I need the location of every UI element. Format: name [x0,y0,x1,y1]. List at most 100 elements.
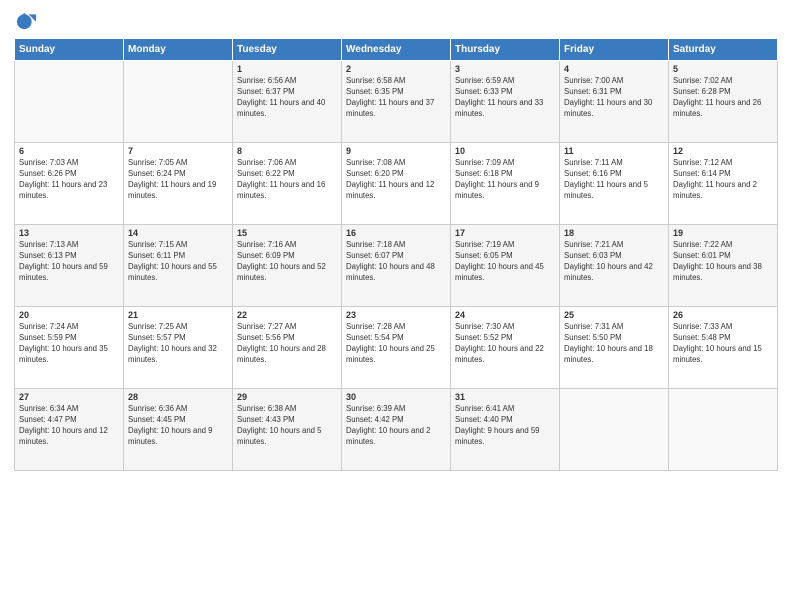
calendar-cell: 25 Sunrise: 7:31 AMSunset: 5:50 PMDayligh… [560,307,669,389]
day-info: Sunrise: 7:18 AMSunset: 6:07 PMDaylight:… [346,240,446,284]
day-number: 21 [128,310,228,320]
calendar-cell: 13 Sunrise: 7:13 AMSunset: 6:13 PMDayligh… [15,225,124,307]
calendar-cell [669,389,778,471]
day-info: Sunrise: 6:59 AMSunset: 6:33 PMDaylight:… [455,76,555,120]
calendar-cell: 7 Sunrise: 7:05 AMSunset: 6:24 PMDaylight… [124,143,233,225]
calendar-cell: 4Sunrise: 7:00 AMSunset: 6:31 PMDaylight… [560,61,669,143]
calendar-cell: 16 Sunrise: 7:18 AMSunset: 6:07 PMDayligh… [342,225,451,307]
calendar-cell: 2 Sunrise: 6:58 AMSunset: 6:35 PMDaylight… [342,61,451,143]
day-info: Sunrise: 6:56 AMSunset: 6:37 PMDaylight:… [237,76,337,120]
day-info: Sunrise: 6:58 AMSunset: 6:35 PMDaylight:… [346,76,446,120]
calendar-cell: 26 Sunrise: 7:33 AMSunset: 5:48 PMDayligh… [669,307,778,389]
day-number: 12 [673,146,773,156]
day-info: Sunrise: 7:16 AMSunset: 6:09 PMDaylight:… [237,240,337,284]
day-number: 16 [346,228,446,238]
day-number: 8 [237,146,337,156]
day-info: Sunrise: 7:02 AMSunset: 6:28 PMDaylight:… [673,76,773,120]
calendar-page: SundayMondayTuesdayWednesdayThursdayFrid… [0,0,792,612]
day-number: 3 [455,64,555,74]
calendar-cell: 12 Sunrise: 7:12 AMSunset: 6:14 PMDayligh… [669,143,778,225]
calendar-cell: 3 Sunrise: 6:59 AMSunset: 6:33 PMDaylight… [451,61,560,143]
calendar-cell: 27 Sunrise: 6:34 AMSunset: 4:47 PMDayligh… [15,389,124,471]
calendar-cell: 1 Sunrise: 6:56 AMSunset: 6:37 PMDaylight… [233,61,342,143]
calendar-cell: 11 Sunrise: 7:11 AMSunset: 6:16 PMDayligh… [560,143,669,225]
calendar-cell: 6 Sunrise: 7:03 AMSunset: 6:26 PMDaylight… [15,143,124,225]
day-number: 24 [455,310,555,320]
day-number: 23 [346,310,446,320]
calendar-week-3: 13 Sunrise: 7:13 AMSunset: 6:13 PMDayligh… [15,225,778,307]
day-number: 14 [128,228,228,238]
day-number: 29 [237,392,337,402]
day-number: 5 [673,64,773,74]
day-info: Sunrise: 7:15 AMSunset: 6:11 PMDaylight:… [128,240,228,284]
calendar-cell: 9 Sunrise: 7:08 AMSunset: 6:20 PMDaylight… [342,143,451,225]
day-number: 18 [564,228,664,238]
day-number: 1 [237,64,337,74]
calendar-week-2: 6 Sunrise: 7:03 AMSunset: 6:26 PMDaylight… [15,143,778,225]
calendar-week-5: 27 Sunrise: 6:34 AMSunset: 4:47 PMDayligh… [15,389,778,471]
weekday-header-saturday: Saturday [669,39,778,61]
day-number: 25 [564,310,664,320]
day-number: 28 [128,392,228,402]
day-number: 6 [19,146,119,156]
day-number: 19 [673,228,773,238]
day-number: 26 [673,310,773,320]
calendar-cell [124,61,233,143]
day-number: 13 [19,228,119,238]
day-info: Sunrise: 7:28 AMSunset: 5:54 PMDaylight:… [346,322,446,366]
calendar-cell: 14 Sunrise: 7:15 AMSunset: 6:11 PMDayligh… [124,225,233,307]
day-info: Sunrise: 7:24 AMSunset: 5:59 PMDaylight:… [19,322,119,366]
day-number: 27 [19,392,119,402]
calendar-cell: 29 Sunrise: 6:38 AMSunset: 4:43 PMDayligh… [233,389,342,471]
calendar-cell [15,61,124,143]
day-number: 4 [564,64,664,74]
day-info: Sunrise: 6:34 AMSunset: 4:47 PMDaylight:… [19,404,119,448]
day-number: 2 [346,64,446,74]
calendar-week-4: 20 Sunrise: 7:24 AMSunset: 5:59 PMDayligh… [15,307,778,389]
weekday-header-monday: Monday [124,39,233,61]
day-info: Sunrise: 7:05 AMSunset: 6:24 PMDaylight:… [128,158,228,202]
weekday-header-friday: Friday [560,39,669,61]
calendar-cell: 20 Sunrise: 7:24 AMSunset: 5:59 PMDayligh… [15,307,124,389]
calendar-cell: 5 Sunrise: 7:02 AMSunset: 6:28 PMDaylight… [669,61,778,143]
calendar-cell: 15 Sunrise: 7:16 AMSunset: 6:09 PMDayligh… [233,225,342,307]
weekday-header-wednesday: Wednesday [342,39,451,61]
day-info: Sunrise: 7:25 AMSunset: 5:57 PMDaylight:… [128,322,228,366]
weekday-header-tuesday: Tuesday [233,39,342,61]
calendar-cell: 19Sunrise: 7:22 AMSunset: 6:01 PMDayligh… [669,225,778,307]
day-info: Sunrise: 7:33 AMSunset: 5:48 PMDaylight:… [673,322,773,366]
day-info: Sunrise: 7:21 AMSunset: 6:03 PMDaylight:… [564,240,664,284]
day-info: Sunrise: 7:03 AMSunset: 6:26 PMDaylight:… [19,158,119,202]
day-info: Sunrise: 7:31 AMSunset: 5:50 PMDaylight:… [564,322,664,366]
day-number: 11 [564,146,664,156]
day-number: 30 [346,392,446,402]
day-info: Sunrise: 6:39 AMSunset: 4:42 PMDaylight:… [346,404,446,448]
logo-icon [14,10,36,32]
calendar-cell: 21 Sunrise: 7:25 AMSunset: 5:57 PMDayligh… [124,307,233,389]
day-info: Sunrise: 7:11 AMSunset: 6:16 PMDaylight:… [564,158,664,202]
day-number: 7 [128,146,228,156]
day-info: Sunrise: 7:09 AMSunset: 6:18 PMDaylight:… [455,158,555,202]
day-number: 15 [237,228,337,238]
day-info: Sunrise: 7:19 AMSunset: 6:05 PMDaylight:… [455,240,555,284]
day-info: Sunrise: 7:06 AMSunset: 6:22 PMDaylight:… [237,158,337,202]
calendar-cell: 30 Sunrise: 6:39 AMSunset: 4:42 PMDayligh… [342,389,451,471]
day-number: 31 [455,392,555,402]
day-info: Sunrise: 7:13 AMSunset: 6:13 PMDaylight:… [19,240,119,284]
calendar-table: SundayMondayTuesdayWednesdayThursdayFrid… [14,38,778,471]
day-info: Sunrise: 6:36 AMSunset: 4:45 PMDaylight:… [128,404,228,448]
calendar-week-1: 1 Sunrise: 6:56 AMSunset: 6:37 PMDaylight… [15,61,778,143]
calendar-cell: 31 Sunrise: 6:41 AMSunset: 4:40 PMDayligh… [451,389,560,471]
day-info: Sunrise: 7:08 AMSunset: 6:20 PMDaylight:… [346,158,446,202]
day-info: Sunrise: 7:12 AMSunset: 6:14 PMDaylight:… [673,158,773,202]
calendar-cell: 28 Sunrise: 6:36 AMSunset: 4:45 PMDayligh… [124,389,233,471]
day-number: 20 [19,310,119,320]
day-info: Sunrise: 6:38 AMSunset: 4:43 PMDaylight:… [237,404,337,448]
calendar-cell: 23 Sunrise: 7:28 AMSunset: 5:54 PMDayligh… [342,307,451,389]
calendar-cell: 24Sunrise: 7:30 AMSunset: 5:52 PMDayligh… [451,307,560,389]
day-info: Sunrise: 6:41 AMSunset: 4:40 PMDaylight:… [455,404,555,448]
weekday-header-thursday: Thursday [451,39,560,61]
day-number: 9 [346,146,446,156]
weekday-header-row: SundayMondayTuesdayWednesdayThursdayFrid… [15,39,778,61]
calendar-cell: 22Sunrise: 7:27 AMSunset: 5:56 PMDayligh… [233,307,342,389]
